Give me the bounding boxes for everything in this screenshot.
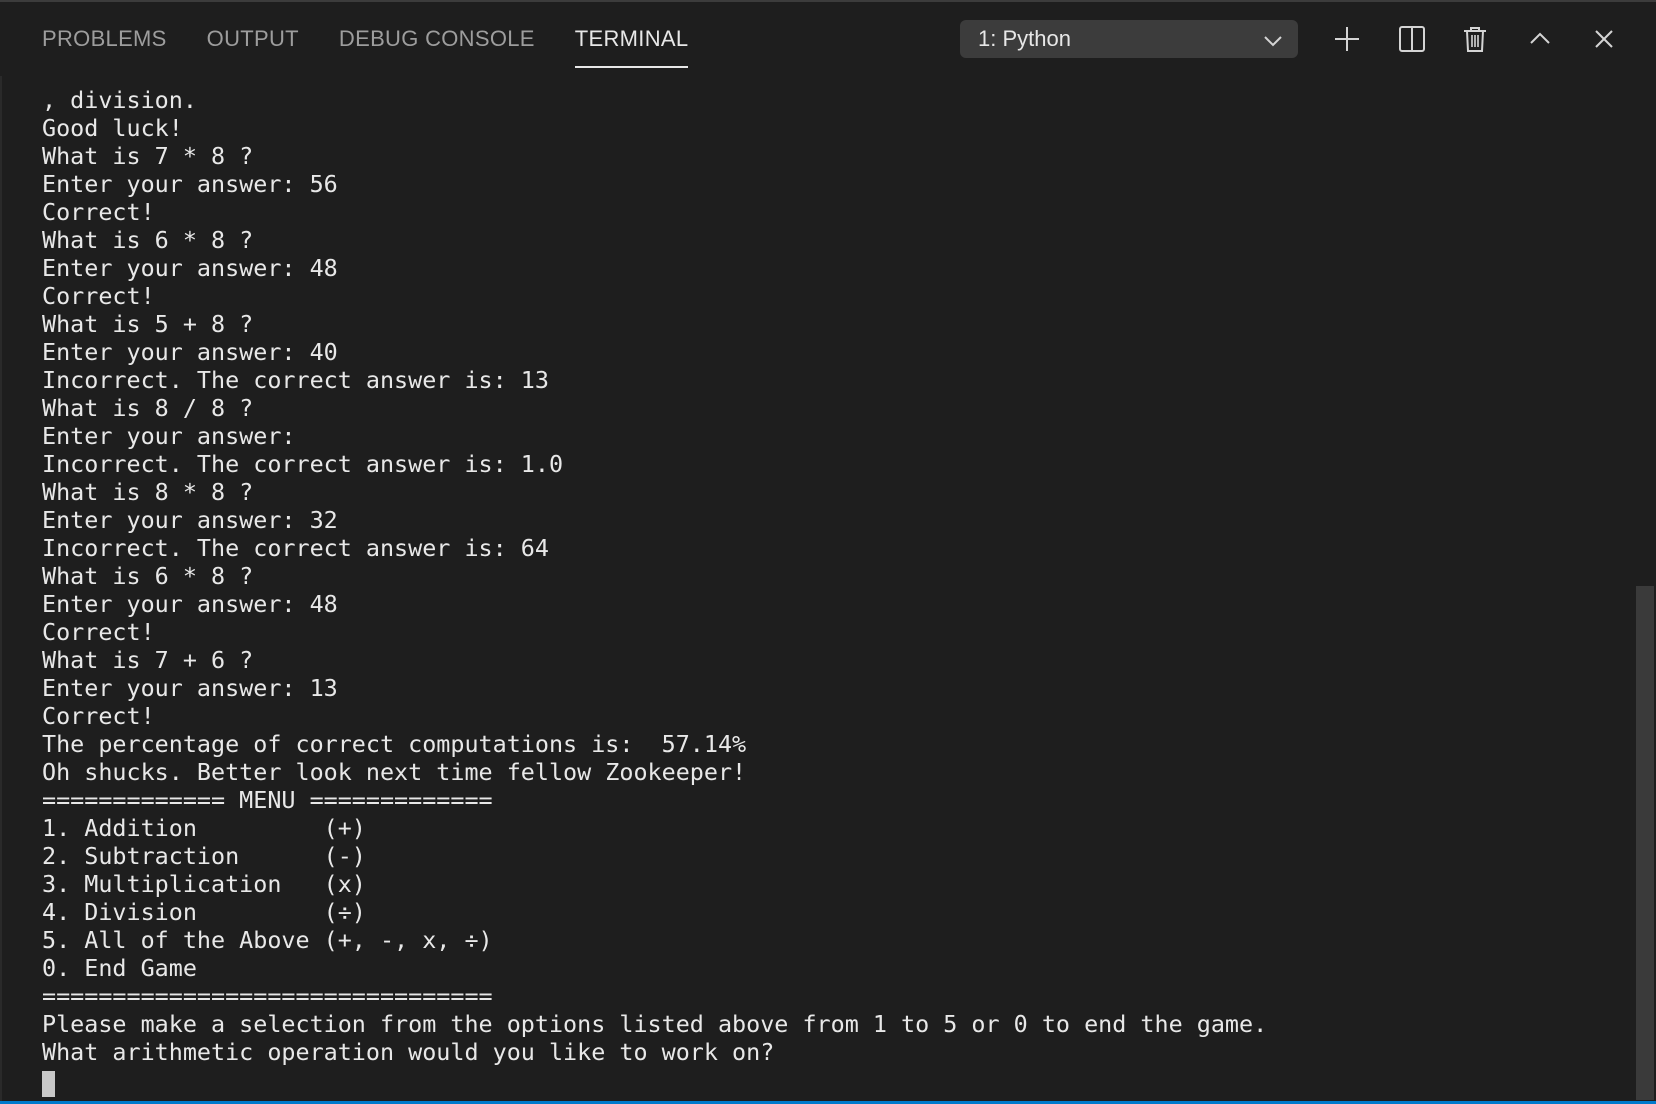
terminal-line: The percentage of correct computations i… xyxy=(42,730,747,758)
terminal-line: Incorrect. The correct answer is: 13 xyxy=(42,366,549,394)
tab-debug-console[interactable]: DEBUG CONSOLE xyxy=(339,2,535,70)
terminal-line: Incorrect. The correct answer is: 1.0 xyxy=(42,450,564,478)
terminal-line: Enter your answer: 40 xyxy=(42,338,338,366)
panel-header: PROBLEMS OUTPUT DEBUG CONSOLE TERMINAL 1… xyxy=(0,2,1656,76)
terminal-line: , division. xyxy=(42,86,197,114)
terminal-line: What is 5 + 8 ? xyxy=(42,310,254,338)
terminal-line: What arithmetic operation would you like… xyxy=(42,1038,775,1066)
terminal-line: 1. Addition (+) xyxy=(42,814,366,842)
terminal-scrollbar[interactable] xyxy=(1636,586,1654,1100)
terminal-line: Correct! xyxy=(42,282,155,310)
terminal-line: Incorrect. The correct answer is: 64 xyxy=(42,534,549,562)
terminal-line: 0. End Game xyxy=(42,954,197,982)
panel-left-edge xyxy=(0,76,2,1104)
terminal-line: Enter your answer: 32 xyxy=(42,506,338,534)
maximize-panel-button[interactable] xyxy=(1522,21,1558,57)
terminal-line: Please make a selection from the options… xyxy=(42,1010,1268,1038)
new-terminal-button[interactable] xyxy=(1329,21,1365,57)
terminal-line: Correct! xyxy=(42,618,155,646)
terminal-line: 4. Division (÷) xyxy=(42,898,366,926)
kill-terminal-button[interactable] xyxy=(1457,21,1493,57)
terminal-line: What is 8 * 8 ? xyxy=(42,478,254,506)
terminal-line: Enter your answer: 48 xyxy=(42,590,338,618)
terminal-line: Enter your answer: xyxy=(42,422,296,450)
terminal-cursor xyxy=(42,1071,55,1097)
tab-problems[interactable]: PROBLEMS xyxy=(42,2,167,70)
terminal-line: 3. Multiplication (x) xyxy=(42,870,366,898)
close-icon xyxy=(1589,24,1619,54)
terminal-line: ================================ xyxy=(42,982,493,1010)
terminal-line: 2. Subtraction (-) xyxy=(42,842,366,870)
terminal-line: Correct! xyxy=(42,198,155,226)
terminal-line: What is 7 * 8 ? xyxy=(42,142,254,170)
terminal-line: What is 6 * 8 ? xyxy=(42,562,254,590)
terminal-line: What is 8 / 8 ? xyxy=(42,394,254,422)
close-panel-button[interactable] xyxy=(1586,21,1622,57)
terminal-line: ============= MENU ============= xyxy=(42,786,493,814)
split-terminal-button[interactable] xyxy=(1394,21,1430,57)
tab-output[interactable]: OUTPUT xyxy=(207,2,299,70)
split-icon xyxy=(1397,24,1427,54)
terminal-line: Enter your answer: 56 xyxy=(42,170,338,198)
chevron-up-icon xyxy=(1525,24,1555,54)
plus-icon xyxy=(1332,24,1362,54)
terminal-line: Good luck! xyxy=(42,114,183,142)
terminal-select-value: 1: Python xyxy=(978,26,1071,51)
terminal-line: 5. All of the Above (+, -, x, ÷) xyxy=(42,926,493,954)
trash-icon xyxy=(1460,24,1490,54)
terminal-line: Enter your answer: 13 xyxy=(42,674,338,702)
terminal-line: What is 6 * 8 ? xyxy=(42,226,254,254)
terminal-line: Enter your answer: 48 xyxy=(42,254,338,282)
panel-tabs: PROBLEMS OUTPUT DEBUG CONSOLE TERMINAL xyxy=(42,2,728,76)
tab-terminal[interactable]: TERMINAL xyxy=(574,2,689,70)
terminal-line: Correct! xyxy=(42,702,155,730)
chevron-down-icon xyxy=(1262,30,1284,48)
terminal-output[interactable]: , division. Good luck! What is 7 * 8 ? Ente… xyxy=(42,86,1622,1066)
terminal-line: Oh shucks. Better look next time fellow … xyxy=(42,758,747,786)
terminal-line: What is 7 + 6 ? xyxy=(42,646,254,674)
terminal-select[interactable]: 1: Python xyxy=(960,20,1298,58)
